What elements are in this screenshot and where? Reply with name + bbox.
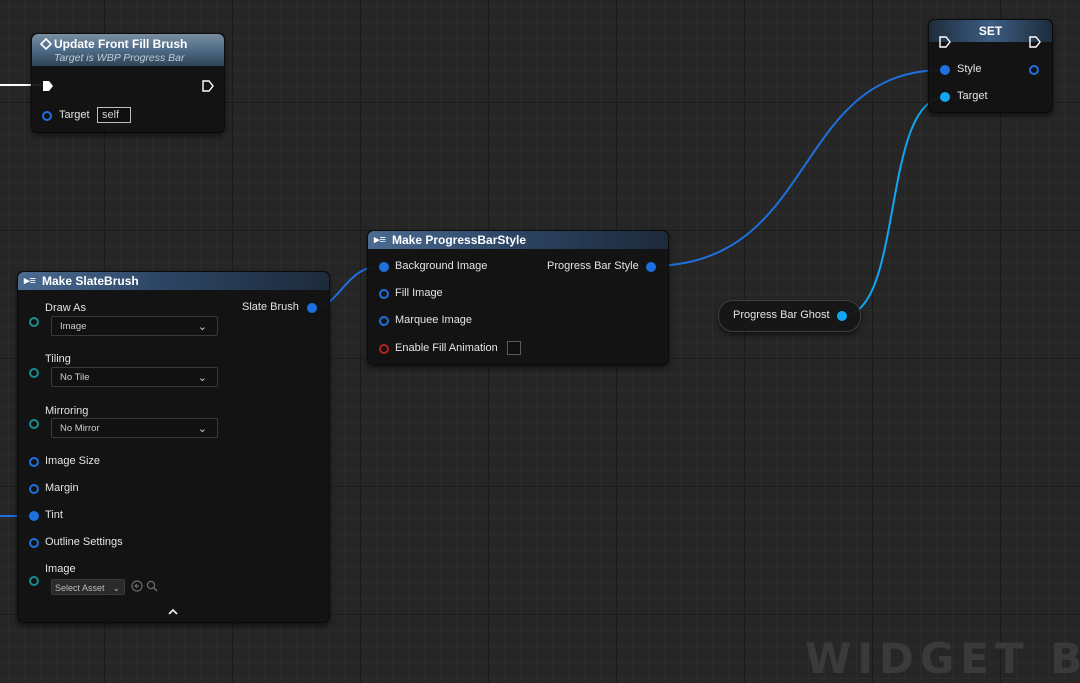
- target-pin[interactable]: [42, 111, 52, 121]
- chevron-down-icon: ⌄: [112, 583, 120, 593]
- node-title: Update Front Fill Brush: [54, 37, 188, 51]
- node-title: Make ProgressBarStyle: [392, 233, 527, 247]
- progress-bar-ghost-node[interactable]: Progress Bar Ghost: [718, 300, 861, 332]
- slate-brush-label: Slate Brush: [242, 301, 299, 313]
- select-asset-value: Select Asset: [55, 583, 105, 593]
- image-size-label: Image Size: [45, 455, 101, 467]
- exec-in-pin[interactable]: [939, 36, 951, 48]
- use-selected-asset-icon[interactable]: [131, 580, 143, 595]
- background-image-pin[interactable]: [379, 262, 389, 272]
- tiling-pin[interactable]: [29, 368, 39, 378]
- progress-bar-ghost-label: Progress Bar Ghost: [733, 309, 830, 321]
- update-front-fill-brush-node[interactable]: Update Front Fill Brush Target is WBP Pr…: [31, 33, 225, 133]
- exec-out-pin[interactable]: [1029, 36, 1041, 48]
- target-self-field[interactable]: self: [97, 107, 131, 123]
- tiling-label: Tiling: [45, 353, 71, 365]
- exec-in-pin[interactable]: [42, 80, 54, 92]
- make-progress-bar-style-node[interactable]: ▸≡ Make ProgressBarStyle Background Imag…: [367, 230, 669, 365]
- select-asset-dropdown[interactable]: Select Asset ⌄: [51, 579, 125, 595]
- style-label: Style: [957, 63, 982, 75]
- node-header: Update Front Fill Brush Target is WBP Pr…: [32, 34, 224, 66]
- marquee-image-label: Marquee Image: [395, 314, 473, 326]
- tint-label: Tint: [45, 509, 63, 521]
- draw-as-pin[interactable]: [29, 317, 39, 327]
- slate-brush-pin[interactable]: [307, 303, 317, 313]
- progress-bar-style-label: Progress Bar Style: [547, 260, 639, 272]
- target-label: Target: [59, 109, 90, 121]
- chevron-down-icon: ⌄: [197, 423, 207, 435]
- draw-as-dropdown[interactable]: Image ⌄: [51, 316, 218, 336]
- mirroring-pin[interactable]: [29, 419, 39, 429]
- tiling-dropdown[interactable]: No Tile ⌄: [51, 367, 218, 387]
- exec-out-pin[interactable]: [202, 80, 214, 92]
- chevron-down-icon: ⌄: [197, 321, 207, 333]
- make-slate-brush-node[interactable]: ▸≡ Make SlateBrush Slate Brush Draw As I…: [17, 271, 330, 623]
- outline-settings-label: Outline Settings: [45, 536, 123, 548]
- fill-image-pin[interactable]: [379, 289, 389, 299]
- progress-bar-style-wire: [649, 69, 945, 267]
- margin-pin[interactable]: [29, 484, 39, 494]
- image-pin[interactable]: [29, 576, 39, 586]
- node-subtitle: Target is WBP Progress Bar: [54, 52, 185, 64]
- draw-as-value: Image: [60, 321, 87, 332]
- draw-as-label: Draw As: [45, 302, 86, 314]
- chevron-down-icon: ⌄: [197, 372, 207, 384]
- background-image-label: Background Image: [395, 260, 488, 272]
- tiling-value: No Tile: [60, 372, 90, 383]
- outline-settings-pin[interactable]: [29, 538, 39, 548]
- node-header: ▸≡ Make ProgressBarStyle: [368, 231, 668, 249]
- watermark-text: WIDGET BL: [805, 634, 1080, 683]
- mirroring-dropdown[interactable]: No Mirror ⌄: [51, 418, 218, 438]
- enable-fill-animation-pin[interactable]: [379, 344, 389, 354]
- node-title: Make SlateBrush: [42, 274, 139, 288]
- enable-fill-animation-checkbox[interactable]: [507, 341, 521, 355]
- target-pin[interactable]: [940, 92, 950, 102]
- enable-fill-animation-label: Enable Fill Animation: [395, 342, 498, 354]
- ghost-target-wire: [841, 96, 947, 317]
- mirroring-value: No Mirror: [60, 423, 100, 434]
- struct-icon: ▸≡: [374, 234, 386, 246]
- set-node[interactable]: SET Style Target: [928, 19, 1053, 113]
- progress-bar-ghost-pin[interactable]: [837, 311, 847, 321]
- marquee-image-pin[interactable]: [379, 316, 389, 326]
- image-size-pin[interactable]: [29, 457, 39, 467]
- style-out-pin[interactable]: [1029, 65, 1039, 75]
- mirroring-label: Mirroring: [45, 405, 89, 417]
- progress-bar-style-pin[interactable]: [646, 262, 656, 272]
- function-icon: [39, 37, 53, 53]
- target-label: Target: [957, 90, 988, 102]
- style-pin[interactable]: [940, 65, 950, 75]
- margin-label: Margin: [45, 482, 79, 494]
- fill-image-label: Fill Image: [395, 287, 443, 299]
- collapse-chevron-up-icon[interactable]: [168, 607, 178, 619]
- image-label: Image: [45, 563, 76, 575]
- node-title: SET: [978, 24, 1003, 38]
- struct-icon: ▸≡: [24, 275, 36, 287]
- browse-asset-icon[interactable]: [146, 580, 158, 595]
- node-header: ▸≡ Make SlateBrush: [18, 272, 329, 290]
- tint-pin[interactable]: [29, 511, 39, 521]
